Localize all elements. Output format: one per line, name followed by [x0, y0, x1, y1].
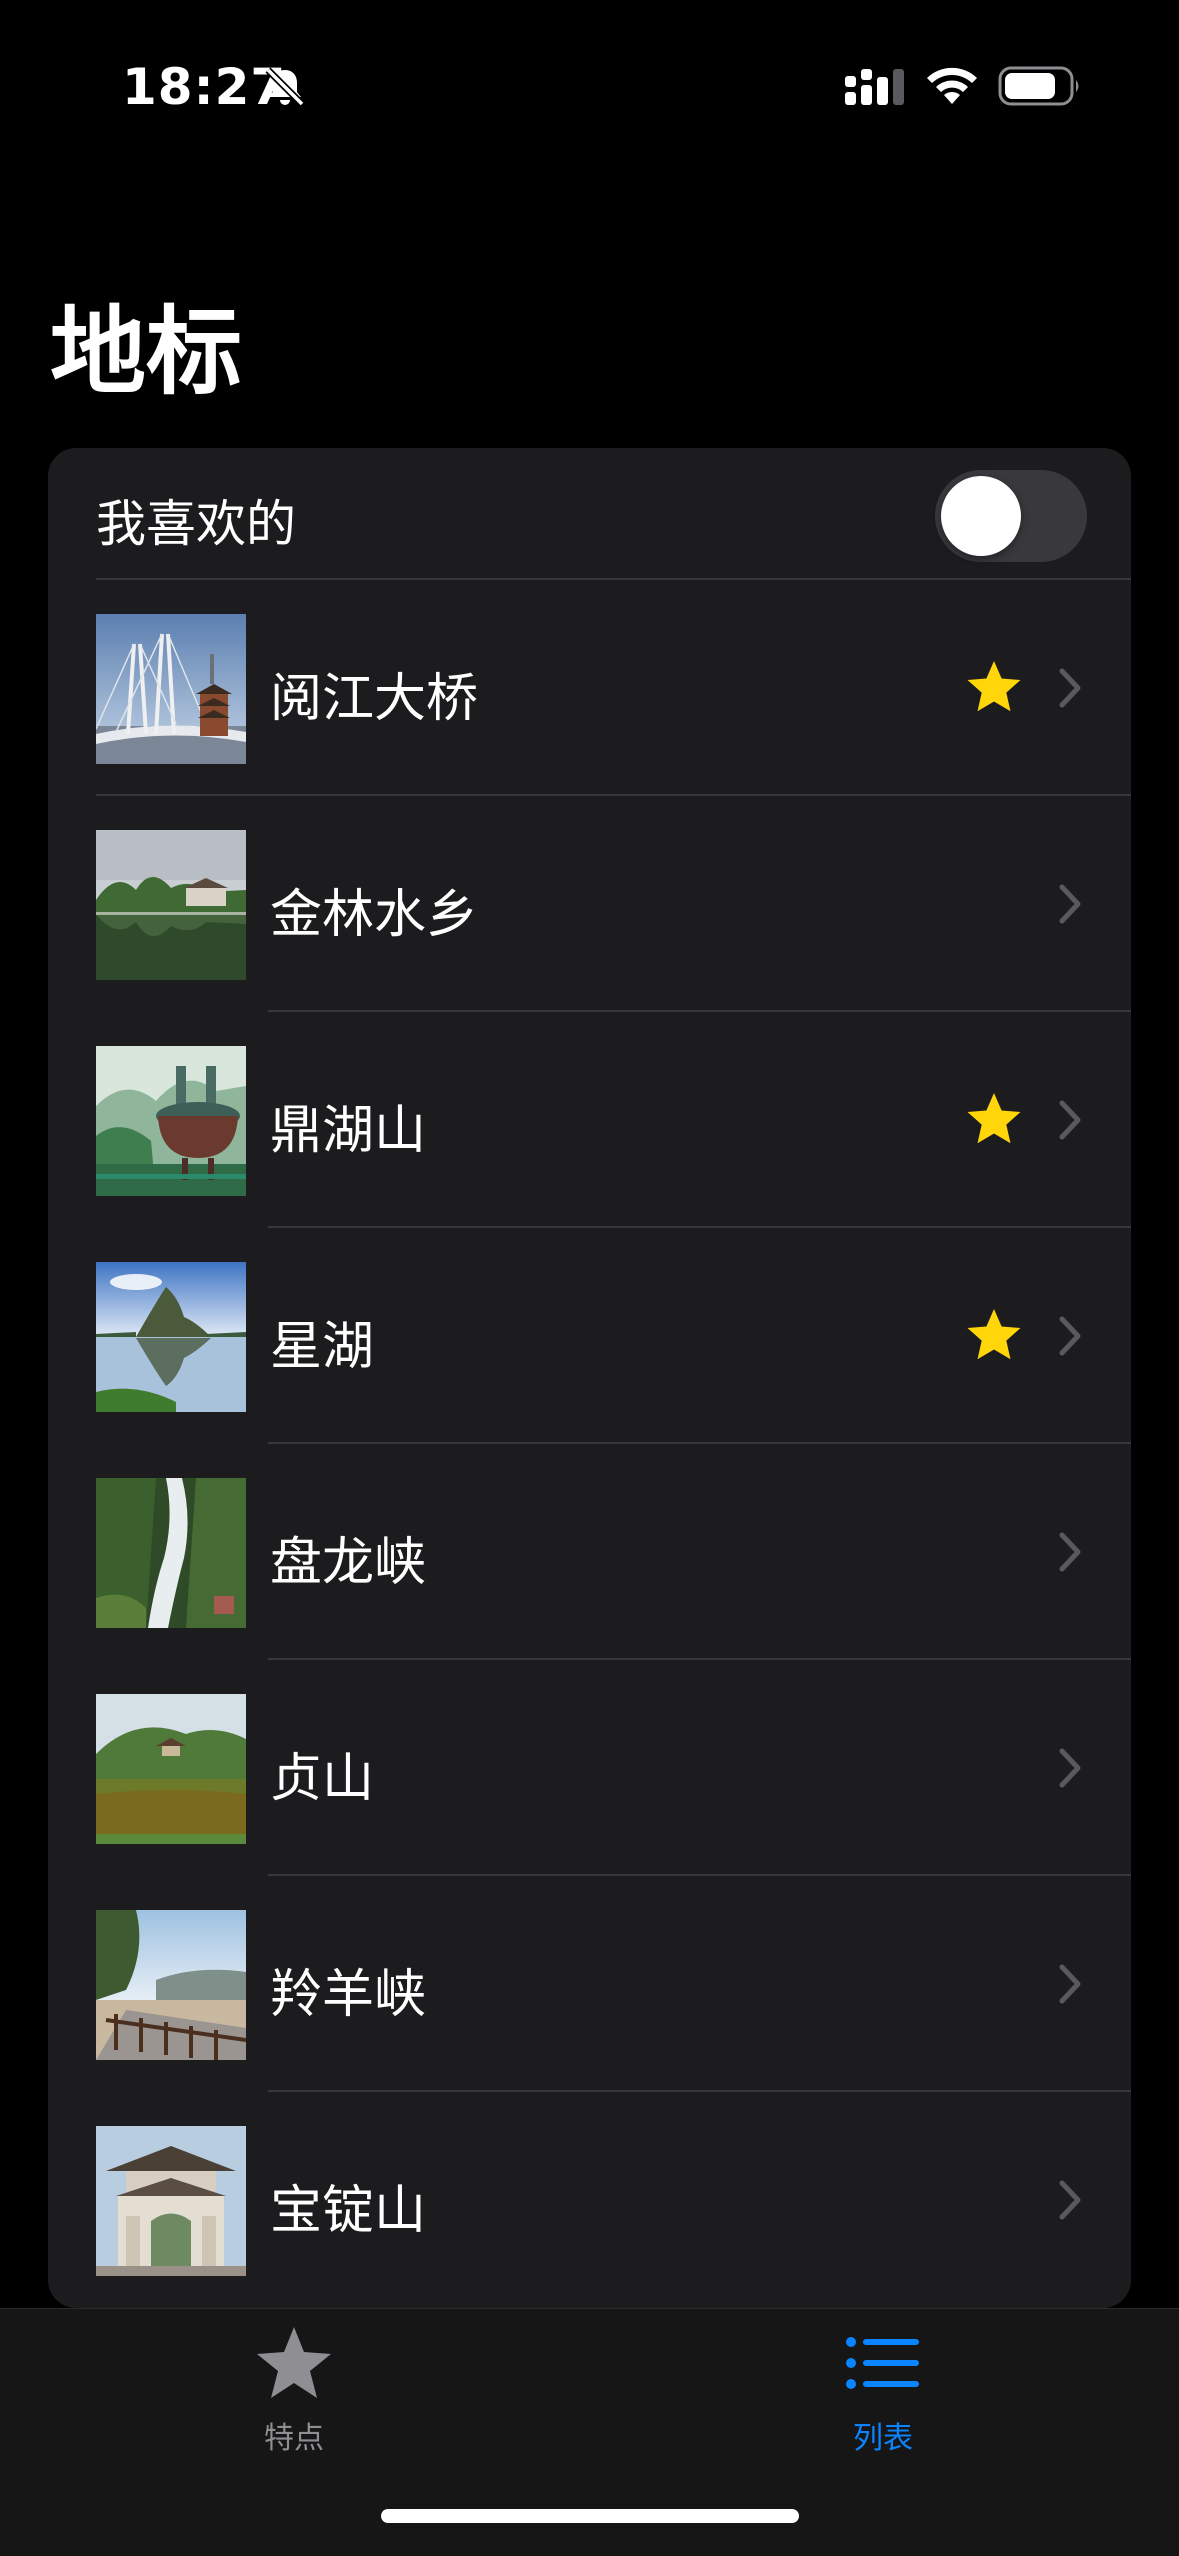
list-icon	[846, 2337, 919, 2389]
battery-icon	[998, 66, 1079, 106]
landmark-thumbnail	[96, 2126, 246, 2276]
landmark-row[interactable]: 盘龙峡	[48, 1444, 1131, 1660]
waterfall-photo	[96, 1478, 246, 1628]
tab-features[interactable]: 特点	[144, 2309, 444, 2459]
landmark-name: 羚羊峡	[270, 1965, 427, 2025]
landmark-list: 我喜欢的 阅江大桥 金林水乡 鼎湖山 星湖 盘龙峡 贞山 羚羊峡 宝锭山	[48, 448, 1131, 2308]
chevron-right-icon	[1059, 668, 1081, 708]
tab-label: 列表	[853, 2421, 913, 2456]
chevron-right-icon	[1059, 1748, 1081, 1788]
riverside-walkway-photo	[96, 1910, 246, 2060]
chevron-right-icon	[1059, 1964, 1081, 2004]
bridge-photo	[96, 614, 246, 764]
landmark-name: 星湖	[270, 1317, 375, 1377]
landmark-row[interactable]: 羚羊峡	[48, 1876, 1131, 2092]
favorite-star-icon	[967, 661, 1021, 712]
landmark-name: 阅江大桥	[270, 669, 479, 729]
home-indicator[interactable]	[381, 2509, 799, 2523]
landmark-thumbnail	[96, 614, 246, 764]
chevron-right-icon	[1059, 1532, 1081, 1572]
landmark-rows: 阅江大桥 金林水乡 鼎湖山 星湖 盘龙峡 贞山 羚羊峡 宝锭山	[48, 580, 1131, 2308]
lake-rock-photo	[96, 1262, 246, 1412]
landmark-name: 金林水乡	[270, 885, 479, 945]
screen: 18:27 地标 我喜欢的 阅江大桥 金林水乡 鼎湖山 星湖 盘龙峡 贞山 羚羊…	[0, 0, 1179, 2556]
chevron-right-icon	[1059, 884, 1081, 924]
landmark-name: 盘龙峡	[270, 1533, 427, 1593]
landmark-thumbnail	[96, 830, 246, 980]
landmark-row[interactable]: 金林水乡	[48, 796, 1131, 1012]
landmark-name: 鼎湖山	[270, 1101, 427, 1161]
tab-list[interactable]: 列表	[733, 2309, 1033, 2459]
page-title: 地标	[50, 296, 242, 408]
mountain-cauldron-photo	[96, 1046, 246, 1196]
water-village-photo	[96, 830, 246, 980]
favorite-star-icon	[967, 1093, 1021, 1144]
pavilion-pond-photo	[96, 1694, 246, 1844]
landmark-thumbnail	[96, 1046, 246, 1196]
landmark-thumbnail	[96, 1694, 246, 1844]
favorites-label: 我喜欢的	[96, 495, 296, 553]
wifi-icon	[927, 67, 977, 104]
chevron-right-icon	[1059, 2180, 1081, 2220]
landmark-row[interactable]: 贞山	[48, 1660, 1131, 1876]
chevron-right-icon	[1059, 1316, 1081, 1356]
landmark-thumbnail	[96, 1262, 246, 1412]
landmark-name: 贞山	[270, 1749, 375, 1809]
favorites-row: 我喜欢的	[48, 448, 1131, 580]
chevron-right-icon	[1059, 1100, 1081, 1140]
star-icon	[257, 2327, 331, 2398]
tab-label: 特点	[264, 2421, 324, 2456]
landmark-name: 宝锭山	[270, 2181, 427, 2241]
bell-slash-icon	[265, 67, 305, 107]
landmark-row[interactable]: 宝锭山	[48, 2092, 1131, 2308]
gate-arch-photo	[96, 2126, 246, 2276]
favorites-toggle[interactable]	[935, 470, 1087, 562]
favorite-star-icon	[967, 1309, 1021, 1360]
toggle-knob	[941, 476, 1021, 556]
landmark-row[interactable]: 鼎湖山	[48, 1012, 1131, 1228]
cellular-signal-icon	[845, 69, 904, 105]
landmark-row[interactable]: 阅江大桥	[48, 580, 1131, 796]
landmark-row[interactable]: 星湖	[48, 1228, 1131, 1444]
landmark-thumbnail	[96, 1478, 246, 1628]
status-bar: 18:27	[0, 0, 1179, 150]
landmark-thumbnail	[96, 1910, 246, 2060]
